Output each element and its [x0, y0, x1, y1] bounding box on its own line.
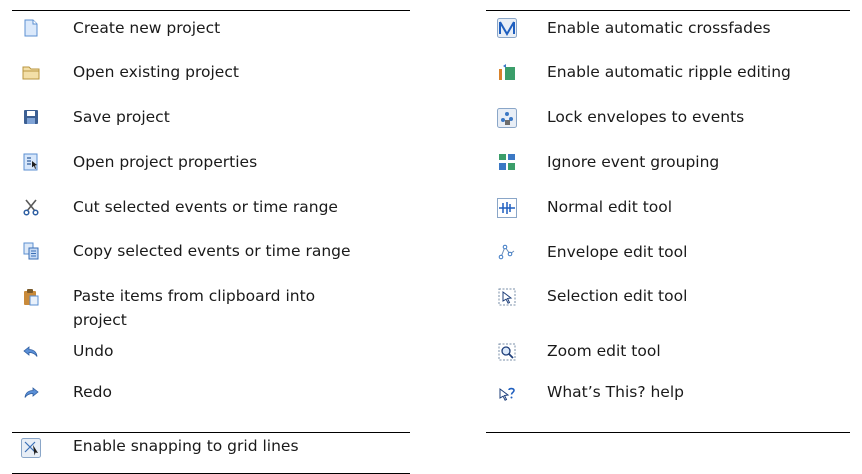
list-item: Create new project — [12, 11, 410, 56]
command-label: Create new project — [73, 19, 221, 37]
paste-clipboard-icon — [24, 289, 39, 306]
command-label: What’s This? help — [547, 383, 684, 401]
list-item: Redo — [12, 383, 410, 432]
list-item: Copy selected events or time range — [12, 236, 410, 281]
zoom-edit-tool-icon — [498, 343, 516, 361]
right-command-table: Enable automatic crossfades Enable autom… — [486, 10, 850, 433]
command-label: Envelope edit tool — [547, 243, 688, 261]
new-project-icon — [24, 19, 38, 37]
auto-crossfade-icon — [497, 18, 517, 38]
selection-edit-tool-icon — [498, 288, 516, 306]
list-item: Paste items from clipboard into project — [12, 281, 410, 343]
list-item: Save project — [12, 101, 410, 146]
list-item: What’s This? help — [486, 383, 850, 432]
snap-grid-icon — [21, 438, 41, 458]
command-label: Enable automatic ripple editing — [547, 63, 791, 81]
command-label: Normal edit tool — [547, 198, 673, 216]
command-label: Lock envelopes to events — [547, 108, 745, 126]
save-disk-icon — [24, 110, 38, 124]
scissors-cut-icon — [23, 199, 39, 216]
table-bottom-rule — [486, 432, 850, 433]
project-properties-icon — [23, 153, 38, 171]
normal-edit-tool-icon — [497, 198, 517, 218]
open-folder-icon — [22, 66, 40, 80]
command-label: Paste items from clipboard into — [73, 287, 316, 305]
command-label: Zoom edit tool — [547, 342, 661, 360]
list-item: Envelope edit tool — [486, 236, 850, 281]
command-label: Enable snapping to grid lines — [73, 437, 299, 455]
list-item: Normal edit tool — [486, 191, 850, 236]
list-item: Lock envelopes to events — [486, 101, 850, 146]
left-command-table: Create new project Open existing project… — [12, 10, 410, 474]
whats-this-help-icon — [499, 387, 515, 401]
list-item: Open project properties — [12, 146, 410, 191]
command-label: Save project — [73, 108, 170, 126]
command-label: Ignore event grouping — [547, 153, 720, 171]
lock-envelopes-icon — [497, 108, 517, 128]
command-label: Cut selected events or time range — [73, 198, 338, 216]
list-item: Cut selected events or time range — [12, 191, 410, 236]
command-label: Undo — [73, 342, 114, 360]
list-item: Zoom edit tool — [486, 342, 850, 383]
command-label: Enable automatic crossfades — [547, 19, 771, 37]
ripple-edit-icon — [499, 64, 515, 80]
command-label-continued: project — [73, 311, 127, 329]
command-label: Open existing project — [73, 63, 239, 81]
command-label: Open project properties — [73, 153, 258, 171]
envelope-edit-tool-icon — [498, 244, 515, 260]
list-item: Undo — [12, 342, 410, 383]
list-item: Enable snapping to grid lines — [12, 433, 410, 473]
list-item: Enable automatic crossfades — [486, 11, 850, 56]
redo-icon — [24, 387, 39, 398]
command-label: Redo — [73, 383, 112, 401]
list-item: Selection edit tool — [486, 281, 850, 343]
undo-icon — [23, 346, 38, 357]
list-item: Enable automatic ripple editing — [486, 56, 850, 101]
list-item: Open existing project — [12, 56, 410, 101]
copy-icon — [23, 242, 39, 260]
command-label: Selection edit tool — [547, 287, 688, 305]
list-item: Ignore event grouping — [486, 146, 850, 191]
command-label: Copy selected events or time range — [73, 242, 351, 260]
ignore-grouping-icon — [499, 154, 515, 170]
